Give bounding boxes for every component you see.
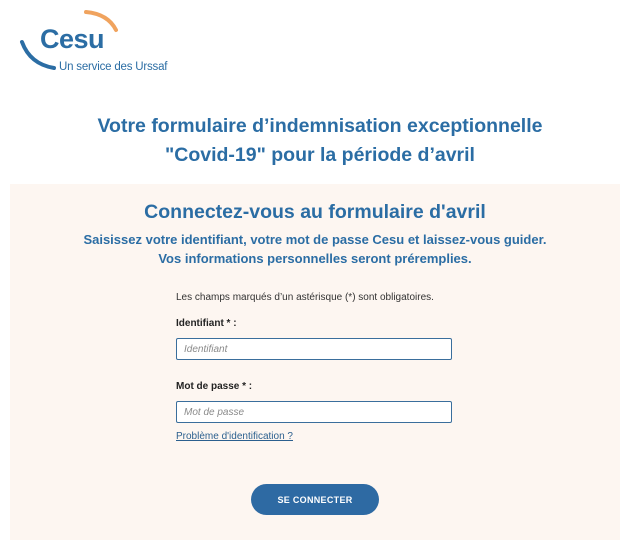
cesu-logo[interactable]: Cesu Un service des Urssaf [16,8,176,78]
login-panel: Connectez-vous au formulaire d'avril Sai… [10,184,620,540]
logo-name: Cesu [40,24,105,54]
login-button[interactable]: SE CONNECTER [251,484,379,515]
login-subtitle-line1: Saisissez votre identifiant, votre mot d… [83,232,547,247]
page: Cesu Un service des Urssaf Votre formula… [0,0,640,554]
identification-problem-link[interactable]: Problème d'identification ? [176,431,293,442]
login-title: Connectez-vous au formulaire d'avril [144,201,486,223]
page-title-line2: "Covid-19" pour la période d’avril [165,144,475,166]
identifiant-input[interactable] [176,338,452,360]
logo-tagline: Un service des Urssaf [59,61,168,73]
password-input[interactable] [176,401,452,423]
page-title: Votre formulaire d’indemnisation excepti… [0,112,640,170]
login-subtitle: Saisissez votre identifiant, votre mot d… [10,230,620,268]
login-subtitle-line2: Vos informations personnelles seront pré… [158,251,472,266]
identifiant-label: Identifiant * : [176,318,237,329]
page-title-line1: Votre formulaire d’indemnisation excepti… [97,115,543,137]
required-fields-note: Les champs marqués d’un astérisque (*) s… [176,292,434,303]
password-label: Mot de passe * : [176,381,253,392]
